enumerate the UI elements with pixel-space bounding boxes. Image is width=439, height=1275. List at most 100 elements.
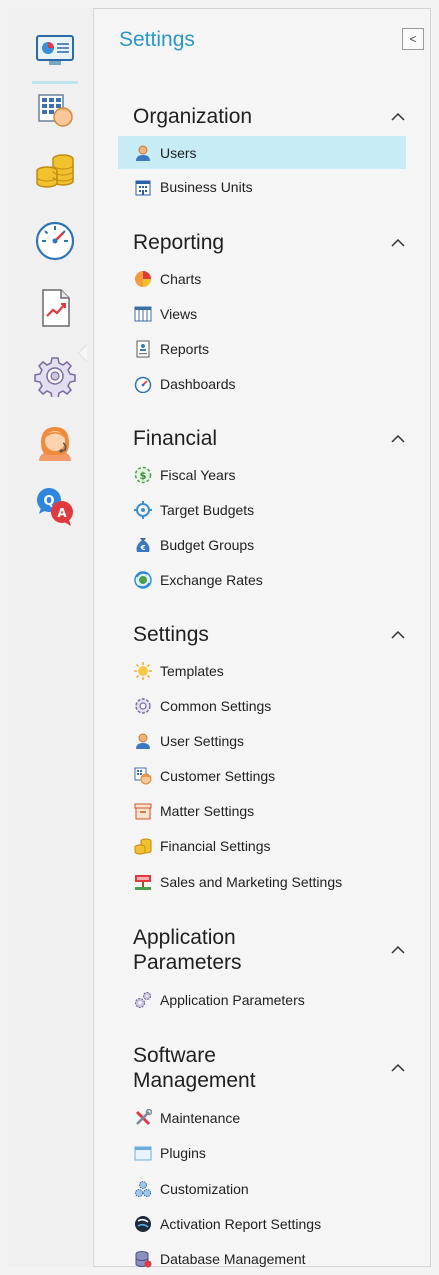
item-label: Maintenance xyxy=(160,1109,241,1126)
nav-item-target-budgets[interactable]: Target Budgets xyxy=(118,493,406,526)
navigation-rail: Q A xyxy=(8,8,94,1267)
section-header-settings[interactable]: Settings xyxy=(133,622,413,647)
gears-icon xyxy=(134,991,152,1009)
support-agent-icon[interactable] xyxy=(32,420,78,466)
nav-item-dashboards[interactable]: Dashboards xyxy=(118,367,406,400)
user-icon xyxy=(134,732,152,750)
nav-item-database-management[interactable]: Database Management xyxy=(118,1242,406,1275)
chevron-up-icon[interactable] xyxy=(383,622,413,647)
money-bag-icon: € xyxy=(134,536,152,554)
item-label: Views xyxy=(160,305,198,322)
item-label: Users xyxy=(160,144,197,161)
nav-item-fiscal-years[interactable]: $ Fiscal Years xyxy=(118,458,406,491)
section-title: Reporting xyxy=(133,231,225,254)
svg-text:€: € xyxy=(140,544,146,552)
nav-item-financial-settings[interactable]: Financial Settings xyxy=(118,829,406,862)
target-icon xyxy=(134,500,152,519)
item-label: Customer Settings xyxy=(160,767,276,784)
user-icon xyxy=(134,144,152,162)
item-label: Business Units xyxy=(160,178,253,195)
chevron-up-icon[interactable] xyxy=(383,230,413,255)
nav-item-plugins[interactable]: Plugins xyxy=(118,1136,406,1169)
nav-item-common-settings[interactable]: Common Settings xyxy=(118,689,406,722)
svg-text:A: A xyxy=(57,506,67,520)
section-header-reporting[interactable]: Reporting xyxy=(133,230,413,255)
item-label: Database Management xyxy=(160,1250,306,1267)
item-label: Customization xyxy=(160,1180,249,1197)
nav-item-matter-settings[interactable]: Matter Settings xyxy=(118,794,406,827)
activation-icon xyxy=(134,1215,152,1233)
item-label: Dashboards xyxy=(160,375,236,392)
section-title: Settings xyxy=(133,623,209,646)
section-title: Financial xyxy=(133,427,218,450)
database-icon xyxy=(134,1250,152,1268)
chevron-up-icon[interactable] xyxy=(383,937,413,962)
sun-template-icon xyxy=(134,661,152,680)
item-label: User Settings xyxy=(160,732,245,749)
qa-bubbles-icon[interactable]: Q A xyxy=(32,483,78,529)
chevron-up-icon[interactable] xyxy=(383,426,413,451)
coins-icon xyxy=(134,837,152,855)
section-header-organization[interactable]: Organization xyxy=(133,104,413,129)
customer-icon xyxy=(134,767,152,785)
nav-item-views[interactable]: Views xyxy=(118,297,406,330)
settings-gear-icon[interactable] xyxy=(32,353,78,399)
svg-text:$: $ xyxy=(140,471,147,482)
table-view-icon xyxy=(134,305,152,323)
nav-item-sales-and-marketing-settings[interactable]: Sales and Marketing Settings xyxy=(118,865,406,898)
item-label: Sales and Marketing Settings xyxy=(160,873,343,890)
chevron-up-icon[interactable] xyxy=(383,1055,413,1080)
item-label: Financial Settings xyxy=(160,837,271,854)
section-title: Software Management xyxy=(133,1044,256,1092)
dashboard-display-icon[interactable] xyxy=(32,28,78,84)
item-label: Matter Settings xyxy=(160,802,255,819)
report-icon xyxy=(134,340,152,358)
nav-item-budget-groups[interactable]: € Budget Groups xyxy=(118,528,406,561)
gauge-icon xyxy=(134,375,152,393)
section-header-application-parameters[interactable]: Application Parameters xyxy=(133,925,413,975)
section-title: Organization xyxy=(133,105,253,128)
nav-item-user-settings[interactable]: User Settings xyxy=(118,724,406,757)
nav-item-users[interactable]: Users xyxy=(118,136,406,169)
item-label: Budget Groups xyxy=(160,536,255,553)
customization-gears-icon xyxy=(134,1180,152,1198)
sale-sign-icon xyxy=(134,873,152,891)
chevron-up-icon[interactable] xyxy=(383,104,413,129)
section-header-financial[interactable]: Financial xyxy=(133,426,413,451)
coins-icon[interactable] xyxy=(32,148,78,194)
tools-icon xyxy=(134,1108,152,1127)
item-label: Application Parameters xyxy=(160,991,305,1008)
item-label: Target Budgets xyxy=(160,501,255,518)
collapse-panel-button[interactable]: < xyxy=(402,28,424,50)
nav-item-exchange-rates[interactable]: Exchange Rates xyxy=(118,563,406,596)
item-label: Reports xyxy=(160,340,210,357)
item-label: Templates xyxy=(160,662,224,679)
pie-chart-icon xyxy=(134,270,152,288)
nav-item-templates[interactable]: Templates xyxy=(118,654,406,687)
nav-item-customization[interactable]: Customization xyxy=(118,1172,406,1205)
item-label: Common Settings xyxy=(160,697,272,714)
nav-item-maintenance[interactable]: Maintenance xyxy=(118,1101,406,1134)
panel-title: Settings xyxy=(119,28,195,51)
section-header-software-management[interactable]: Software Management xyxy=(133,1043,413,1093)
nav-item-charts[interactable]: Charts xyxy=(118,262,406,295)
nav-item-customer-settings[interactable]: Customer Settings xyxy=(118,759,406,792)
nav-item-reports[interactable]: Reports xyxy=(118,332,406,365)
gear-icon xyxy=(134,697,152,715)
item-label: Exchange Rates xyxy=(160,571,263,588)
report-chart-icon[interactable] xyxy=(32,285,78,331)
customer-grid-icon[interactable] xyxy=(32,88,78,134)
chevron-left-icon: < xyxy=(409,32,417,46)
nav-item-business-units[interactable]: Business Units xyxy=(118,170,406,203)
item-label: Plugins xyxy=(160,1144,206,1161)
building-icon xyxy=(134,178,152,196)
speedometer-icon[interactable] xyxy=(32,218,78,264)
plugin-window-icon xyxy=(134,1144,152,1162)
item-label: Activation Report Settings xyxy=(160,1215,322,1232)
nav-item-application-parameters[interactable]: Application Parameters xyxy=(118,983,406,1016)
item-label: Fiscal Years xyxy=(160,466,236,483)
box-icon xyxy=(134,802,152,820)
exchange-icon xyxy=(134,570,152,589)
nav-item-activation-report-settings[interactable]: Activation Report Settings xyxy=(118,1207,406,1240)
section-title: Application Parameters xyxy=(133,926,242,974)
